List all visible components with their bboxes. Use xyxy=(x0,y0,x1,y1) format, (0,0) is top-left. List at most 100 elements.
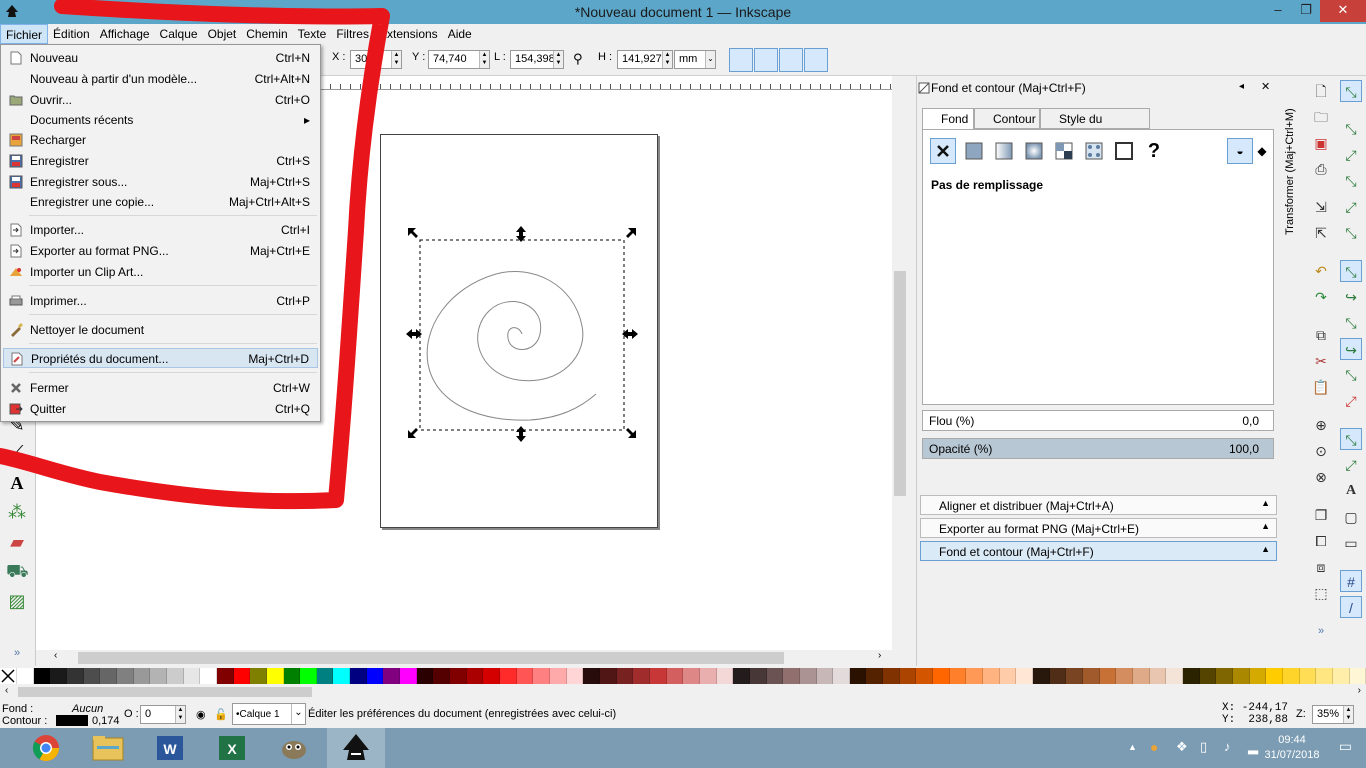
system-clock[interactable]: 09:44 31/07/2018 xyxy=(1262,733,1322,763)
palette-swatch[interactable] xyxy=(649,668,667,684)
zoom-selection-icon[interactable]: ⊕ xyxy=(1310,414,1332,436)
menu-item-ouvrir[interactable]: Ouvrir... Ctrl+O xyxy=(3,90,318,110)
tab-style-contour[interactable]: Style du contour xyxy=(1040,108,1150,140)
import-file-icon[interactable]: ⇲ xyxy=(1310,196,1332,218)
palette-swatch[interactable] xyxy=(1249,668,1267,684)
inkscape-taskbar-icon[interactable] xyxy=(327,728,385,768)
menu-item-proprietes-document[interactable]: Propriétés du document... Maj+Ctrl+D xyxy=(3,348,318,368)
mesh-gradient-button[interactable] xyxy=(1051,138,1077,164)
file-explorer-taskbar-icon[interactable] xyxy=(79,728,137,768)
tab-fond[interactable]: Fond xyxy=(922,108,974,129)
chrome-taskbar-icon[interactable] xyxy=(17,728,75,768)
snap-grid-icon[interactable]: # xyxy=(1340,570,1362,592)
menu-extensions[interactable]: Extensions xyxy=(374,24,443,44)
palette-swatch[interactable] xyxy=(999,668,1017,684)
zoom-drawing-icon[interactable]: ⊙ xyxy=(1310,440,1332,462)
palette-swatch[interactable] xyxy=(150,668,167,684)
palette-swatch[interactable] xyxy=(1282,668,1300,684)
menu-filtres[interactable]: Filtres xyxy=(331,24,374,44)
palette-swatch[interactable] xyxy=(1232,668,1250,684)
lock-ratio-icon[interactable]: ⚲ xyxy=(573,51,583,69)
x-input[interactable]: 30 ▲ ▼ xyxy=(350,50,402,69)
tray-expand-icon[interactable]: ▲ xyxy=(1128,742,1137,752)
palette-swatch[interactable] xyxy=(300,668,317,684)
opacity-slider[interactable]: Opacité (%) 100,0 xyxy=(922,438,1274,459)
unset-paint-icon[interactable]: ? xyxy=(1141,138,1167,164)
palette-swatch[interactable] xyxy=(933,668,950,684)
canvas-vertical-scrollbar[interactable] xyxy=(892,76,908,650)
palette-swatch[interactable] xyxy=(166,668,184,684)
spray-tool-icon[interactable]: ⁂ xyxy=(6,501,28,523)
minimize-button[interactable]: – xyxy=(1264,0,1292,22)
gimp-taskbar-icon[interactable] xyxy=(265,728,323,768)
menu-item-exporter-png[interactable]: Exporter au format PNG... Maj+Ctrl+E xyxy=(3,241,318,261)
linear-gradient-button[interactable] xyxy=(991,138,1017,164)
palette-swatch[interactable] xyxy=(316,668,334,684)
cut-icon[interactable]: ✂ xyxy=(1310,350,1332,372)
snap-page-border-icon[interactable]: ▢ xyxy=(1340,506,1362,528)
palette-swatch[interactable] xyxy=(1266,668,1283,684)
palette-swatch[interactable] xyxy=(266,668,284,684)
snap-center-icon[interactable]: ⤡ xyxy=(1340,428,1362,450)
palette-swatch[interactable] xyxy=(133,668,151,684)
close-button[interactable]: ✕ xyxy=(1320,0,1366,22)
palette-swatch[interactable] xyxy=(533,668,550,684)
snap-bbox-edge-icon[interactable]: ⤢ xyxy=(1340,144,1362,166)
menu-item-imprimer[interactable]: Imprimer... Ctrl+P xyxy=(3,291,318,311)
palette-swatch[interactable] xyxy=(1049,668,1067,684)
canvas-horizontal-scrollbar[interactable]: ‹ › xyxy=(36,650,908,666)
menu-item-enregistrer-copie[interactable]: Enregistrer une copie... Maj+Ctrl+Alt+S xyxy=(3,192,318,212)
palette-swatch[interactable] xyxy=(866,668,884,684)
spiral-selection[interactable] xyxy=(400,222,644,448)
notifications-icon[interactable]: ▭ xyxy=(1339,738,1352,755)
palette-swatch[interactable] xyxy=(50,668,67,684)
print-file-icon[interactable]: ⎙ xyxy=(1310,158,1332,180)
snap-bbox-icon[interactable]: ⤡ xyxy=(1340,118,1362,140)
scale-stroke-icon[interactable] xyxy=(729,48,753,72)
palette-swatch[interactable] xyxy=(899,668,917,684)
snap-bbox-corner-icon[interactable]: ⤡ xyxy=(1340,170,1362,192)
palette-swatch[interactable] xyxy=(283,668,301,684)
palette-swatch[interactable] xyxy=(17,668,34,684)
palette-swatch[interactable] xyxy=(1299,668,1317,684)
palette-swatch[interactable] xyxy=(883,668,900,684)
menu-item-enregistrer-sous[interactable]: Enregistrer sous... Maj+Ctrl+S xyxy=(3,172,318,192)
transform-gradients-icon[interactable] xyxy=(779,48,803,72)
palette-swatch[interactable] xyxy=(416,668,434,684)
palette-swatch[interactable] xyxy=(1132,668,1150,684)
unit-select[interactable]: mm ⌄ xyxy=(674,50,716,69)
palette-swatch[interactable] xyxy=(1016,668,1034,684)
palette-swatch[interactable] xyxy=(1316,668,1333,684)
tray-volume-icon[interactable]: ♪ xyxy=(1224,739,1231,754)
palette-swatch[interactable] xyxy=(483,668,501,684)
menu-edition[interactable]: Édition xyxy=(48,24,95,44)
palette-swatch[interactable] xyxy=(66,668,84,684)
menu-item-importer-clip-art[interactable]: Importer un Clip Art... xyxy=(3,262,318,282)
copy-icon[interactable]: ⧉ xyxy=(1310,324,1332,346)
no-color-swatch[interactable] xyxy=(0,668,17,684)
palette-swatch[interactable] xyxy=(100,668,117,684)
palette-swatch[interactable] xyxy=(616,668,634,684)
scroll-left-icon[interactable]: ‹ xyxy=(54,650,57,661)
eraser-tool-icon[interactable]: ▰ xyxy=(6,531,28,553)
word-taskbar-icon[interactable]: W xyxy=(141,728,199,768)
width-input[interactable]: 154,398 ▲ ▼ xyxy=(510,50,564,69)
palette-swatch[interactable] xyxy=(583,668,600,684)
palette-swatch[interactable] xyxy=(1332,668,1350,684)
transform-vertical-tab[interactable]: Transformer (Maj+Ctrl+M) xyxy=(1282,80,1304,240)
scale-corners-icon[interactable] xyxy=(754,48,778,72)
menu-item-documents-recents[interactable]: Documents récents ▸ xyxy=(3,110,318,130)
palette-swatch[interactable] xyxy=(183,668,201,684)
palette-swatch[interactable] xyxy=(916,668,934,684)
palette-swatch[interactable] xyxy=(566,668,584,684)
palette-swatch[interactable] xyxy=(799,668,817,684)
panel-exporter-png[interactable]: Exporter au format PNG (Maj+Ctrl+E) ▲ xyxy=(920,518,1277,538)
palette-swatch[interactable] xyxy=(666,668,684,684)
palette-swatch[interactable] xyxy=(466,668,484,684)
palette-scrollbar[interactable]: ‹ › xyxy=(0,684,1366,700)
palette-swatch[interactable] xyxy=(749,668,767,684)
group-icon[interactable]: ⬚ xyxy=(1310,582,1332,604)
layer-lock-icon[interactable]: 🔓 xyxy=(214,708,228,721)
stroke-width[interactable]: 0,174 xyxy=(92,715,120,727)
tray-network-icon[interactable]: ▂ xyxy=(1248,739,1258,755)
